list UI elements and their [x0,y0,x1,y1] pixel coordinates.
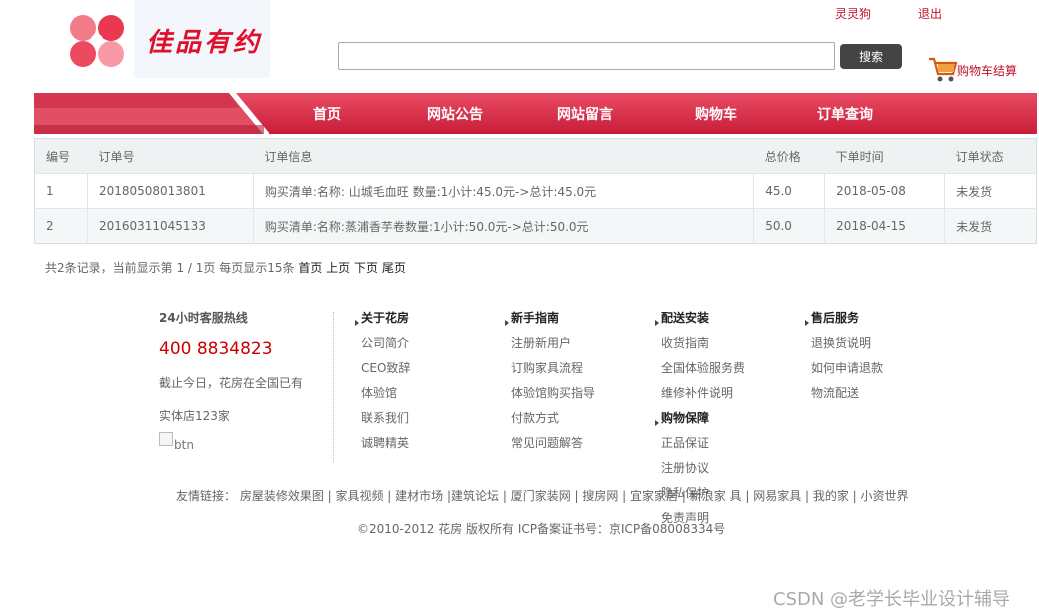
logo-text: 佳品有约 [146,28,263,58]
table-cell: 1 [34,173,88,209]
nav-cart[interactable]: 购物车 [695,93,737,134]
broken-image-icon [159,432,173,446]
table-row: 1 20180508013801 购买清单:名称: 山城毛血旺 数量:1小计:4… [34,173,1037,209]
nav-announcement[interactable]: 网站公告 [427,93,483,134]
table-cell: 2018-05-08 [824,173,945,209]
footer-link[interactable]: 诚聘精英 [361,434,409,451]
footer-link[interactable]: 订购家具流程 [511,359,583,376]
col-header: 编号 [34,138,88,174]
nav-home[interactable]: 首页 [313,93,341,134]
footer-link[interactable]: 注册协议 [661,459,709,476]
col-header: 订单信息 [253,138,754,174]
table-cell: 购买清单:名称:蒸浦香芋卷数量:1小计:50.0元->总计:50.0元 [252,208,754,244]
footer-col-title: 售后服务 [805,309,859,326]
friend-links[interactable]: 友情链接： 房屋装修效果图 | 家具视频 | 建材市场 |建筑论坛 | 厦门家装… [176,487,909,504]
footer-link[interactable]: 付款方式 [511,409,559,426]
footer-col-title: 配送安装 [655,309,709,326]
shopping-cart-icon[interactable] [928,56,958,84]
footer-link[interactable]: 体验馆 [361,384,397,401]
pager-first[interactable]: 首页 [298,261,322,275]
table-cell: 2 [34,208,88,244]
col-header: 总价格 [753,138,825,174]
footer-link[interactable]: 物流配送 [811,384,859,401]
orders-table: 编号 订单号 订单信息 总价格 下单时间 订单状态 1 201805080138… [34,138,1037,244]
table-row: 2 20160311045133 购买清单:名称:蒸浦香芋卷数量:1小计:50.… [34,208,1037,244]
nav-decoration [34,93,269,134]
search-input[interactable] [338,42,835,70]
col-header: 订单状态 [944,138,1037,174]
table-cell: 50.0 [753,208,825,244]
footer-divider [333,312,334,462]
table-cell: 未发货 [944,208,1037,244]
footer-link[interactable]: 公司简介 [361,334,409,351]
pager-next[interactable]: 下页 [354,261,378,275]
table-header-row: 编号 订单号 订单信息 总价格 下单时间 订单状态 [34,138,1037,174]
table-cell: 2018-04-15 [824,208,945,244]
watermark: CSDN @老学长毕业设计辅导 [773,589,1011,610]
footer-link[interactable]: CEO致辞 [361,359,410,376]
pager-prev[interactable]: 上页 [326,261,350,275]
user-link[interactable]: 灵灵狗 [835,5,871,22]
footer-link[interactable]: 全国体验服务费 [661,359,745,376]
table-cell: 未发货 [944,173,1037,209]
search-button[interactable]: 搜索 [840,44,902,69]
footer-link[interactable]: 收货指南 [661,334,709,351]
col-header: 下单时间 [824,138,945,174]
footer-link[interactable]: 联系我们 [361,409,409,426]
footer-col-title: 关于花房 [355,309,409,326]
footer-link[interactable]: 退换货说明 [811,334,871,351]
copyright: ©2010-2012 花房 版权所有 ICP备案证书号：京ICP备0800833… [357,522,726,536]
pager-summary: 共2条记录，当前显示第 1 / 1页 每页显示15条 [45,261,295,275]
footer-link[interactable]: 常见问题解答 [511,434,583,451]
table-cell: 45.0 [753,173,825,209]
pager-last[interactable]: 尾页 [382,261,406,275]
nav-messages[interactable]: 网站留言 [557,93,613,134]
image-alt-text: btn [174,438,194,452]
table-cell: 购买清单:名称: 山城毛血旺 数量:1小计:45.0元->总计:45.0元 [252,173,754,209]
footer-link[interactable]: 注册新用户 [511,334,571,351]
hotline-title: 24小时客服热线 [159,311,248,325]
footer-col-title: 购物保障 [655,409,709,426]
pagination: 共2条记录，当前显示第 1 / 1页 每页显示15条 首页 上页 下页 尾页 [45,259,406,276]
cart-checkout-link[interactable]: 购物车结算 [957,62,1017,79]
footer-link[interactable]: 体验馆购买指导 [511,384,595,401]
footer-link[interactable]: 维修补件说明 [661,384,733,401]
hotline-number: 400 8834823 [159,339,273,359]
nav-order-query[interactable]: 订单查询 [817,93,873,134]
footer-link[interactable]: 正品保证 [661,434,709,451]
broken-image-button[interactable]: btn [159,432,194,452]
logout-link[interactable]: 退出 [918,5,942,22]
table-cell: 20160311045133 [86,208,254,244]
table-cell: 20180508013801 [86,173,254,209]
footer-link[interactable]: 如何申请退款 [811,359,883,376]
store-note: 截止今日，花房在全国已有 [159,376,304,390]
footer-col-title: 新手指南 [505,309,559,326]
col-header: 订单号 [87,138,254,174]
store-count: 实体店123家 [159,409,230,423]
